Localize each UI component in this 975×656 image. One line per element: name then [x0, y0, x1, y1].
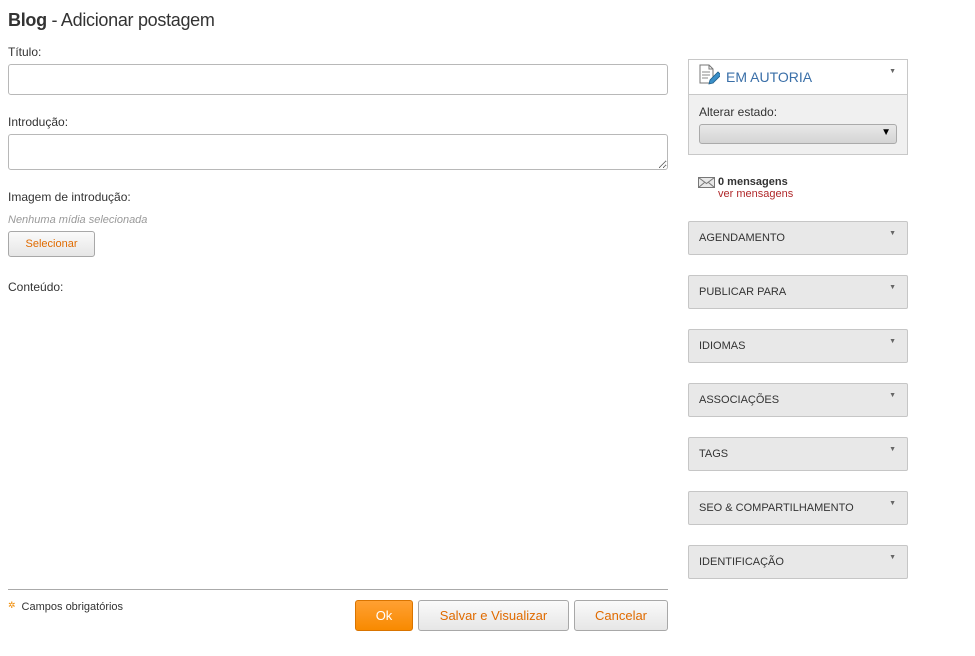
section-publish-to[interactable]: PUBLICAR PARA ▼ — [688, 275, 908, 309]
authoring-panel-header[interactable]: EM AUTORIA ▼ — [689, 60, 907, 95]
required-fields-label: Campos obrigatórios — [21, 601, 124, 613]
image-label: Imagem de introdução: — [8, 190, 131, 204]
section-identification[interactable]: IDENTIFICAÇÃO ▼ — [688, 545, 908, 579]
cancel-button[interactable]: Cancelar — [574, 600, 668, 631]
authoring-panel: EM AUTORIA ▼ Alterar estado: ▼ — [688, 59, 908, 155]
envelope-icon — [698, 177, 715, 191]
content-editor-area[interactable] — [8, 300, 668, 582]
intro-label: Introdução: — [8, 115, 69, 129]
section-label: PUBLICAR PARA — [699, 286, 787, 298]
section-label: IDENTIFICAÇÃO — [699, 556, 784, 568]
section-label: IDIOMAS — [699, 340, 746, 352]
collapse-triangle-icon: ▼ — [889, 230, 896, 237]
footer-divider — [8, 589, 668, 590]
state-select[interactable]: ▼ — [699, 124, 897, 144]
collapse-triangle-icon: ▼ — [889, 500, 896, 507]
authoring-panel-title: EM AUTORIA — [726, 69, 813, 85]
collapse-triangle-icon: ▼ — [889, 338, 896, 345]
section-scheduling[interactable]: AGENDAMENTO ▼ — [688, 221, 908, 255]
section-label: SEO & COMPARTILHAMENTO — [699, 502, 854, 514]
messages-count: 0 mensagens — [718, 176, 788, 188]
title-label: Título: — [8, 45, 42, 59]
dropdown-arrow-icon: ▼ — [881, 127, 891, 138]
section-label: AGENDAMENTO — [699, 232, 785, 244]
collapse-triangle-icon[interactable]: ▼ — [889, 68, 896, 75]
image-hint: Nenhuma mídia selecionada — [8, 214, 148, 226]
section-languages[interactable]: IDIOMAS ▼ — [688, 329, 908, 363]
section-tags[interactable]: TAGS ▼ — [688, 437, 908, 471]
section-label: TAGS — [699, 448, 729, 460]
collapse-triangle-icon: ▼ — [889, 446, 896, 453]
view-messages-link[interactable]: ver mensagens — [718, 188, 793, 200]
title-input[interactable] — [8, 64, 668, 95]
collapse-triangle-icon: ▼ — [889, 392, 896, 399]
intro-textarea[interactable] — [8, 134, 668, 170]
required-fields-note: ✲ Campos obrigatórios — [8, 600, 123, 613]
select-media-button[interactable]: Selecionar — [8, 231, 95, 257]
collapse-triangle-icon: ▼ — [889, 554, 896, 561]
page-title: Blog - Adicionar postagem — [8, 10, 215, 31]
document-edit-icon — [698, 64, 722, 91]
content-label: Conteúdo: — [8, 280, 64, 294]
page-title-text: - Adicionar postagem — [46, 10, 215, 30]
ok-button[interactable]: Ok — [355, 600, 413, 631]
section-associations[interactable]: ASSOCIAÇÕES ▼ — [688, 383, 908, 417]
section-label: ASSOCIAÇÕES — [699, 394, 780, 406]
state-label: Alterar estado: — [699, 105, 778, 119]
page-title-app: Blog — [8, 10, 47, 30]
section-seo-sharing[interactable]: SEO & COMPARTILHAMENTO ▼ — [688, 491, 908, 525]
required-asterisk-icon: ✲ — [8, 600, 16, 610]
collapse-triangle-icon: ▼ — [889, 284, 896, 291]
save-preview-button[interactable]: Salvar e Visualizar — [418, 600, 569, 631]
